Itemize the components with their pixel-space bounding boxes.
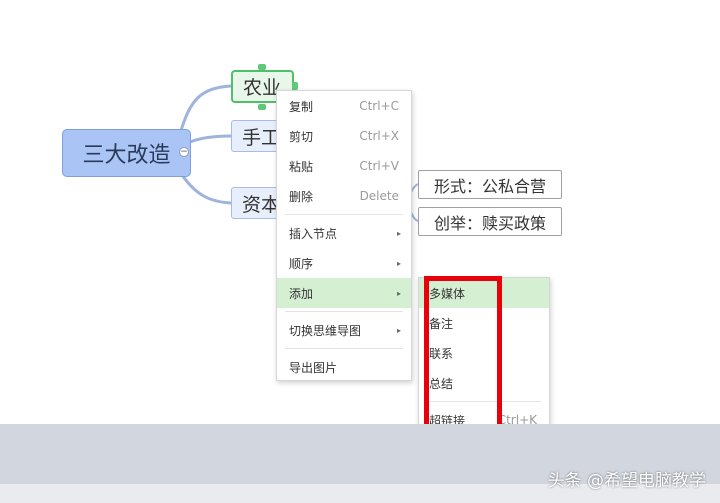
submenu-arrow-icon: ▸ (396, 325, 401, 335)
menu-item-label: 删除 (289, 189, 314, 204)
menu-divider (285, 311, 403, 312)
submenu-arrow-icon: ▸ (396, 258, 401, 268)
menu-divider (285, 214, 403, 215)
menu-item-insert-node[interactable]: 插入节点 ▸ (277, 218, 411, 248)
menu-item-add[interactable]: 添加 ▸ (277, 278, 411, 308)
resize-handle-top[interactable] (258, 64, 266, 70)
submenu-arrow-icon: ▸ (396, 228, 401, 238)
menu-item-paste[interactable]: 粘贴 Ctrl+V (277, 151, 411, 181)
menu-item-label: 切换思维导图 (289, 323, 362, 338)
shortcut-label: Ctrl+X (359, 129, 399, 143)
menu-item-label: 剪切 (289, 129, 314, 144)
root-node[interactable]: 三大改造 (62, 129, 191, 177)
watermark: 头条 @希望电脑教学 (547, 471, 706, 491)
menu-item-cut[interactable]: 剪切 Ctrl+X (277, 121, 411, 151)
resize-handle-right[interactable] (292, 82, 298, 90)
menu-item-order[interactable]: 顺序 ▸ (277, 248, 411, 278)
shortcut-label: Ctrl+V (359, 159, 399, 173)
context-menu: 复制 Ctrl+C 剪切 Ctrl+X 粘贴 Ctrl+V 删除 Delete 插入节点… (276, 90, 412, 381)
resize-handle-bottom[interactable] (258, 104, 266, 110)
menu-item-label: 复制 (289, 99, 314, 114)
menu-item-switch-mindmap[interactable]: 切换思维导图 ▸ (277, 315, 411, 345)
node-handicraft[interactable]: 手工 (231, 120, 281, 152)
menu-item-copy[interactable]: 复制 Ctrl+C (277, 91, 411, 121)
menu-item-label: 添加 (289, 286, 314, 301)
menu-divider (285, 348, 403, 349)
shortcut-label: Delete (359, 189, 399, 203)
shortcut-label: Ctrl+C (359, 99, 399, 113)
collapse-toggle[interactable]: − (179, 147, 189, 157)
submenu-arrow-icon: ▸ (396, 288, 401, 298)
menu-item-label: 插入节点 (289, 226, 338, 241)
menu-item-label: 顺序 (289, 256, 314, 271)
menu-item-label: 粘贴 (289, 159, 314, 174)
leaf-node-form[interactable]: 形式：公私合营 (418, 170, 562, 199)
menu-item-export-image[interactable]: 导出图片 (277, 352, 411, 382)
menu-item-label: 导出图片 (289, 360, 338, 375)
leaf-node-initiative[interactable]: 创举：赎买政策 (418, 207, 562, 236)
node-capitalist[interactable]: 资本 (231, 187, 281, 219)
menu-item-delete[interactable]: 删除 Delete (277, 181, 411, 211)
